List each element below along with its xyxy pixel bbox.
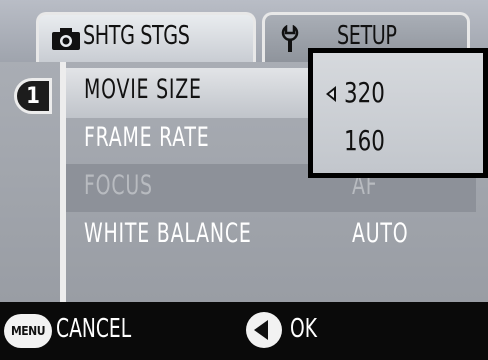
wrench-icon — [277, 24, 303, 57]
tab-setup-label: SETUP — [337, 21, 397, 51]
left-arrow-icon — [254, 320, 268, 340]
tab-shooting-label: SHTG STGS — [83, 21, 190, 51]
menu-rail — [60, 62, 66, 302]
menu-item-label[interactable]: FRAME RATE — [84, 122, 209, 153]
menu-item-label: FOCUS — [84, 170, 153, 201]
dropdown-option-selected[interactable]: 320 — [344, 76, 385, 109]
tab-shooting-settings[interactable]: SHTG STGS — [36, 12, 256, 62]
page-number-badge: 1 — [14, 78, 52, 114]
movie-size-dropdown[interactable] — [308, 48, 488, 178]
camera-icon — [51, 27, 81, 55]
menu-item-label[interactable]: MOVIE SIZE — [84, 74, 202, 105]
ok-label: OK — [290, 314, 317, 344]
cancel-label: CANCEL — [56, 314, 132, 344]
dropdown-option[interactable]: 160 — [344, 124, 385, 157]
selection-caret-inner — [329, 90, 334, 98]
menu-button-icon[interactable]: MENU — [4, 314, 52, 348]
menu-item-value: AUTO — [352, 218, 409, 249]
menu-item-label[interactable]: WHITE BALANCE — [84, 218, 252, 249]
